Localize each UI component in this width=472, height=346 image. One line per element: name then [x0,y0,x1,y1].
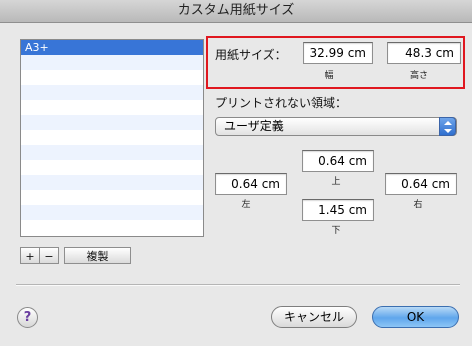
paper-size-label: 用紙サイズ： [215,48,287,62]
list-row-empty [21,100,203,115]
paper-width-field[interactable]: 32.99 cm [303,42,373,64]
help-button[interactable]: ? [17,307,38,328]
margin-top-field[interactable]: 0.64 cm [302,150,374,172]
question-mark-icon: ? [23,310,32,325]
window-title: カスタム用紙サイズ [177,3,295,18]
margin-bottom-field[interactable]: 1.45 cm [302,199,374,221]
height-caption: 高さ [409,71,428,81]
remove-paper-button[interactable]: − [39,247,59,264]
list-row-empty [21,55,203,70]
right-caption: 右 [413,200,423,210]
window-title-bar: カスタム用紙サイズ [0,0,472,23]
list-row-empty [21,175,203,190]
list-item[interactable]: A3+ [21,40,203,55]
margin-left-field[interactable]: 0.64 cm [215,173,287,195]
list-row-empty [21,190,203,205]
list-row-empty [21,145,203,160]
footer-separator [16,284,460,286]
popup-arrows-icon [439,117,456,136]
margin-preset-popup[interactable]: ユーザ定義 [215,117,457,136]
list-row-empty [21,115,203,130]
ok-button[interactable]: OK [372,306,459,328]
margin-preset-value: ユーザ定義 [224,119,284,133]
list-row-empty [21,205,203,220]
add-paper-button[interactable]: + [20,247,40,264]
left-caption: 左 [241,200,251,210]
list-row-empty [21,85,203,100]
bottom-caption: 下 [331,226,341,236]
list-row-empty [21,130,203,145]
duplicate-paper-button[interactable]: 複製 [64,247,131,264]
paper-size-list[interactable]: A3+ [20,39,204,237]
paper-height-field[interactable]: 48.3 cm [387,42,461,64]
non-printable-area-label: プリントされない領域： [215,96,348,110]
width-caption: 幅 [324,71,334,81]
top-caption: 上 [331,177,341,187]
list-row-empty [21,70,203,85]
list-row-empty [21,220,203,235]
list-row-empty [21,160,203,175]
margin-right-field[interactable]: 0.64 cm [385,173,457,195]
cancel-button[interactable]: キャンセル [271,306,357,328]
